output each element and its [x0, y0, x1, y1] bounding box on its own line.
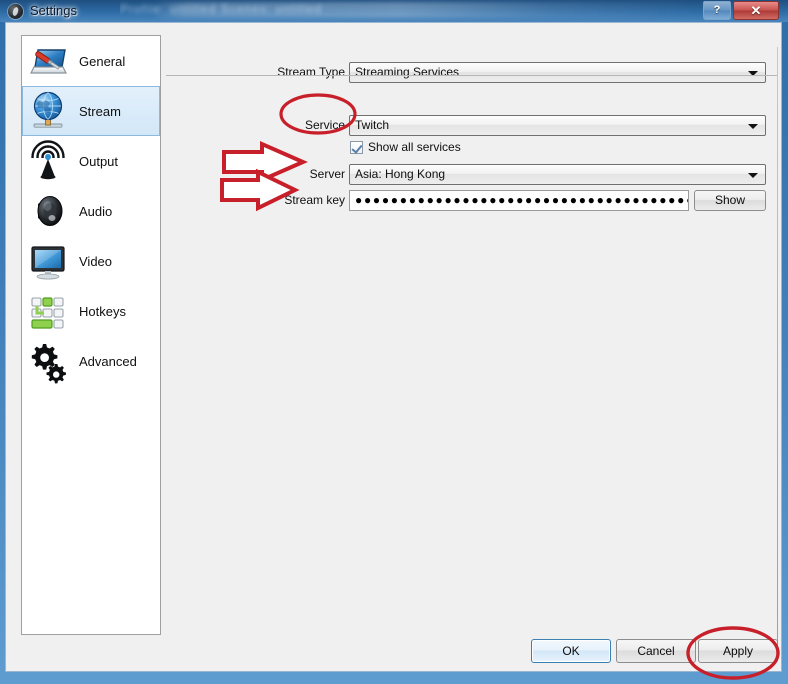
- monitor-icon: [25, 238, 71, 284]
- sidebar-item-label: Advanced: [79, 353, 137, 369]
- server-combobox[interactable]: Asia: Hong Kong: [349, 164, 766, 185]
- checkmark-icon: [350, 140, 363, 154]
- globe-network-icon: [25, 88, 71, 134]
- stream-type-row: Stream Type Streaming Services: [166, 62, 766, 84]
- stream-settings-pane: Stream Type Streaming Services Service T…: [166, 35, 778, 635]
- stream-key-row: Stream key ●●●●●●●●●●●●●●●●●●●●●●●●●●●●●…: [166, 190, 766, 212]
- server-label: Server: [309, 167, 345, 181]
- sidebar-item-label: Audio: [79, 203, 113, 219]
- server-row: Server Asia: Hong Kong: [166, 164, 766, 186]
- chevron-down-icon: [748, 124, 758, 129]
- service-row: Service Twitch: [166, 115, 766, 137]
- show-all-services-row: Show all services: [166, 140, 766, 158]
- dialog-client-area: General Stream Output Audio Video Hotkey…: [5, 22, 782, 672]
- show-all-services-label: Show all services: [368, 140, 461, 154]
- chevron-down-icon: [748, 173, 758, 178]
- sidebar-item-label: General: [79, 53, 126, 69]
- speaker-icon: [25, 188, 71, 234]
- sidebar-item-stream[interactable]: Stream: [22, 86, 160, 136]
- dialog-button-bar: OK Cancel Apply: [6, 639, 783, 673]
- background-window-text: Profile: untitled Scenes: untitled: [120, 2, 323, 16]
- sidebar-item-output[interactable]: Output: [22, 136, 160, 186]
- sidebar-item-general[interactable]: General: [22, 36, 160, 86]
- stream-type-combobox[interactable]: Streaming Services: [349, 62, 766, 83]
- stream-key-input[interactable]: ●●●●●●●●●●●●●●●●●●●●●●●●●●●●●●●●●●●●●●●●…: [349, 190, 689, 211]
- service-combobox[interactable]: Twitch: [349, 115, 766, 136]
- show-stream-key-button[interactable]: Show: [694, 190, 766, 211]
- obs-icon: [8, 4, 23, 19]
- settings-window: Profile: untitled Scenes: untitled Setti…: [0, 0, 788, 684]
- sidebar-item-label: Stream: [79, 103, 121, 119]
- stream-type-label: Stream Type: [277, 65, 345, 79]
- stream-key-label: Stream key: [284, 193, 345, 207]
- general-monitor-screwdriver-icon: [25, 38, 71, 84]
- sidebar-item-video[interactable]: Video: [22, 236, 160, 286]
- settings-category-list[interactable]: General Stream Output Audio Video Hotkey…: [21, 35, 161, 635]
- cancel-button[interactable]: Cancel: [616, 639, 696, 663]
- ok-button[interactable]: OK: [531, 639, 611, 663]
- service-value: Twitch: [355, 118, 390, 132]
- pane-right-divider: [777, 47, 778, 647]
- show-all-services-checkbox[interactable]: Show all services: [350, 140, 461, 154]
- keyboard-keys-icon: [25, 288, 71, 334]
- section-divider: [166, 75, 778, 76]
- apply-button[interactable]: Apply: [698, 639, 778, 663]
- title-bar: Profile: untitled Scenes: untitled Setti…: [0, 0, 788, 22]
- sidebar-item-label: Video: [79, 253, 113, 269]
- background-window-bleed: Profile: untitled Scenes: untitled: [120, 0, 740, 22]
- server-value: Asia: Hong Kong: [355, 167, 446, 181]
- sidebar-item-hotkeys[interactable]: Hotkeys: [22, 286, 160, 336]
- service-label: Service: [304, 118, 345, 132]
- window-title: Settings: [30, 3, 77, 18]
- broadcast-antenna-icon: [25, 138, 71, 184]
- gears-icon: [25, 338, 71, 384]
- sidebar-item-label: Output: [79, 153, 119, 169]
- help-button[interactable]: ?: [703, 1, 731, 20]
- sidebar-item-advanced[interactable]: Advanced: [22, 336, 160, 386]
- stream-type-value: Streaming Services: [355, 65, 460, 79]
- sidebar-item-label: Hotkeys: [79, 303, 126, 319]
- close-button[interactable]: ✕: [733, 1, 779, 20]
- sidebar-item-audio[interactable]: Audio: [22, 186, 160, 236]
